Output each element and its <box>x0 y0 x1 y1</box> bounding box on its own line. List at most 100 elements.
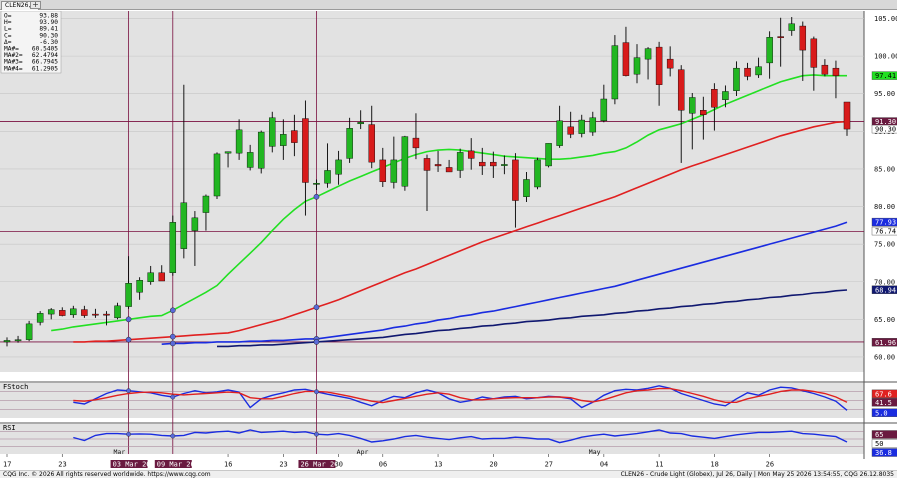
candle-body[interactable] <box>346 128 353 159</box>
candle-body[interactable] <box>357 122 364 125</box>
candle-body[interactable] <box>368 124 375 163</box>
price-tick-label: 100.00 <box>874 53 897 61</box>
candle-body[interactable] <box>269 117 276 147</box>
candle-body[interactable] <box>202 195 210 213</box>
price-tick-label: 85.00 <box>874 165 895 173</box>
candle-body[interactable] <box>191 217 199 231</box>
candle-body[interactable] <box>832 67 840 76</box>
crosshair-dot <box>169 340 176 347</box>
candle-body[interactable] <box>434 164 442 167</box>
candle-body[interactable] <box>379 159 387 182</box>
candle-body[interactable] <box>644 48 652 60</box>
chart-canvas[interactable]: 60.0065.0070.0075.0080.0085.0090.0095.00… <box>0 11 897 470</box>
candle-body[interactable] <box>777 36 784 38</box>
candle-body[interactable] <box>534 159 541 188</box>
candle-body[interactable] <box>600 98 608 122</box>
month-label: May <box>589 448 601 456</box>
candle-body[interactable] <box>59 310 66 316</box>
candle-body[interactable] <box>169 222 177 273</box>
candle-body[interactable] <box>235 129 243 154</box>
add-tab-button[interactable]: + <box>30 1 41 9</box>
price-axis[interactable]: 60.0065.0070.0075.0080.0085.0090.0095.00… <box>871 15 897 361</box>
time-tick-label: 27 <box>545 461 553 469</box>
price-tick-label: 95.00 <box>874 90 895 98</box>
month-label: Mar <box>114 448 126 456</box>
candle-body[interactable] <box>445 167 453 173</box>
candle-body[interactable] <box>14 339 22 342</box>
candle-body[interactable] <box>766 37 773 64</box>
candle-body[interactable] <box>700 110 707 115</box>
candle-body[interactable] <box>523 179 530 197</box>
candle-body[interactable] <box>81 309 88 316</box>
candle-body[interactable] <box>589 117 597 133</box>
crosshair-dot <box>314 389 319 395</box>
candle-body[interactable] <box>180 202 188 249</box>
candle-body[interactable] <box>512 159 519 201</box>
time-tick-label: 17 <box>3 461 11 469</box>
candle-body[interactable] <box>36 313 44 323</box>
candle-body[interactable] <box>302 118 309 183</box>
candle-body[interactable] <box>677 69 685 111</box>
candle-body[interactable] <box>103 313 110 316</box>
candle-body[interactable] <box>467 150 475 159</box>
candle-body[interactable] <box>666 58 674 69</box>
candle-body[interactable] <box>655 46 663 85</box>
candle-body[interactable] <box>567 126 574 135</box>
price-tick-label: 80.00 <box>874 203 895 211</box>
candle-body[interactable] <box>423 158 431 171</box>
candle-body[interactable] <box>755 66 762 76</box>
candle-body[interactable] <box>401 136 409 187</box>
candle-body[interactable] <box>456 152 464 171</box>
candle-body[interactable] <box>125 283 132 307</box>
time-tick-label: 23 <box>279 461 287 469</box>
candle-body[interactable] <box>490 161 497 167</box>
price-tag-label: 97.41 <box>875 72 896 80</box>
candle-body[interactable] <box>147 272 154 282</box>
candle-body[interactable] <box>578 119 585 134</box>
candle-body[interactable] <box>810 38 818 68</box>
panel-title: FStoch <box>3 383 28 391</box>
candle-body[interactable] <box>622 42 630 76</box>
candle-body[interactable] <box>280 134 287 146</box>
candle-body[interactable] <box>213 153 221 197</box>
candle-body[interactable] <box>799 25 807 51</box>
candle-body[interactable] <box>291 130 298 143</box>
date-tag-label: 09 Mar 26 <box>157 461 195 469</box>
candle-body[interactable] <box>114 305 121 319</box>
candle-body[interactable] <box>821 64 829 75</box>
time-tick-label: 30 <box>335 461 343 469</box>
candle-body[interactable] <box>70 308 77 316</box>
candle-body[interactable] <box>556 120 563 146</box>
candle-body[interactable] <box>257 131 265 169</box>
time-tick-label: 26 <box>766 461 774 469</box>
candle-body[interactable] <box>479 161 486 167</box>
candle-body[interactable] <box>412 137 420 149</box>
candle-body[interactable] <box>611 45 619 100</box>
candle-body[interactable] <box>733 67 740 91</box>
candle-body[interactable] <box>25 323 33 340</box>
crosshair-dot <box>125 336 132 343</box>
candle-body[interactable] <box>501 164 508 166</box>
candle-body[interactable] <box>722 91 729 100</box>
candle-body[interactable] <box>324 170 331 184</box>
candle-body[interactable] <box>313 183 320 185</box>
candle-body[interactable] <box>224 151 232 154</box>
time-tick-label: 06 <box>379 461 387 469</box>
candle-body[interactable] <box>47 309 55 315</box>
candle-body[interactable] <box>788 23 795 31</box>
candle-body[interactable] <box>711 89 718 108</box>
candle-body[interactable] <box>158 272 165 282</box>
candle-body[interactable] <box>633 57 641 75</box>
candle-body[interactable] <box>3 340 11 343</box>
candle-body[interactable] <box>390 159 398 183</box>
candle-body[interactable] <box>843 101 851 130</box>
candle-body[interactable] <box>545 143 552 167</box>
candle-body[interactable] <box>136 280 143 293</box>
candle-body[interactable] <box>246 152 254 168</box>
candle-body[interactable] <box>689 97 696 114</box>
crosshair-dot <box>169 307 176 314</box>
candle-body[interactable] <box>92 313 99 316</box>
candle-body[interactable] <box>744 67 751 77</box>
ohlc-info-box: O= 93.88H= 93.90L= 89.41C= 90.30Δ= -6.30MA#= 6… <box>0 11 62 74</box>
candle-body[interactable] <box>335 159 342 175</box>
